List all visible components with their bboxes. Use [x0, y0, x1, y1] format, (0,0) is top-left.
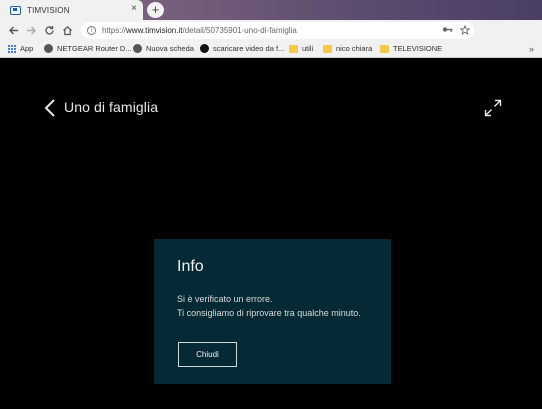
dialog-message: Si è verificato un errore. Ti consigliam…	[177, 292, 361, 320]
globe-icon	[133, 44, 142, 53]
fullscreen-icon[interactable]	[484, 99, 502, 117]
key-icon[interactable]	[442, 25, 453, 38]
video-player: Uno di famiglia Info Si è verificato un …	[0, 59, 542, 409]
video-title: Uno di famiglia	[64, 99, 159, 115]
back-arrow-icon[interactable]	[43, 98, 59, 118]
close-dialog-button[interactable]: Chiudi	[178, 342, 237, 367]
browser-toolbar: i https://www.timvision.it/detail/507359…	[0, 20, 542, 52]
home-button[interactable]	[58, 22, 76, 40]
home-icon	[62, 25, 72, 36]
globe-icon	[44, 44, 53, 53]
reload-icon	[44, 26, 54, 35]
arrow-right-icon	[26, 26, 36, 35]
bookmarks-overflow-button[interactable]: »	[529, 44, 534, 54]
bookmark-nico-chiara[interactable]: nico chiara	[323, 44, 372, 53]
bookmark-netgear[interactable]: NETGEAR Router D...	[44, 44, 132, 53]
error-dialog: Info Si è verificato un errore. Ti consi…	[154, 239, 391, 384]
address-bar[interactable]: i https://www.timvision.it/detail/507359…	[81, 22, 474, 39]
dialog-message-line-1: Si è verificato un errore.	[177, 294, 273, 304]
back-button[interactable]	[4, 22, 22, 40]
minimize-button[interactable]	[476, 0, 498, 20]
reload-button[interactable]	[40, 22, 58, 40]
bookmark-scaricare-video[interactable]: scaricare video da f...	[200, 44, 284, 53]
dialog-title: Info	[177, 258, 204, 275]
bookmark-televisione[interactable]: TELEVISIONE	[380, 44, 442, 53]
omnibox-actions	[442, 24, 471, 38]
new-tab-button[interactable]: +	[147, 2, 164, 18]
bookmark-nuova-scheda[interactable]: Nuova scheda	[133, 44, 194, 53]
info-icon[interactable]: i	[87, 26, 96, 35]
folder-icon	[289, 44, 298, 53]
tab-close-icon[interactable]: ×	[131, 4, 137, 14]
pacman-icon	[200, 44, 209, 53]
url-text: https://www.timvision.it/detail/50735901…	[102, 26, 297, 35]
forward-button[interactable]	[22, 22, 40, 40]
window-close-button[interactable]	[520, 0, 542, 20]
browser-tab-strip: TIMVISION × +	[0, 0, 542, 20]
folder-icon	[323, 44, 332, 53]
tab-title: TIMVISION	[27, 5, 70, 15]
dialog-message-line-2: Ti consigliamo di riprovare tra qualche …	[177, 308, 361, 318]
bookmarks-bar: App NETGEAR Router D... Nuova scheda sca…	[0, 41, 542, 58]
window-controls	[476, 0, 542, 20]
folder-icon	[380, 44, 389, 53]
browser-tab[interactable]: TIMVISION ×	[0, 0, 143, 20]
maximize-button[interactable]	[498, 0, 520, 20]
arrow-left-icon	[8, 26, 18, 35]
star-icon[interactable]	[459, 24, 471, 38]
bookmark-apps[interactable]: App	[8, 44, 33, 53]
tv-favicon-icon	[10, 5, 21, 15]
bookmark-utili[interactable]: utili	[289, 44, 313, 53]
apps-icon	[8, 44, 16, 53]
